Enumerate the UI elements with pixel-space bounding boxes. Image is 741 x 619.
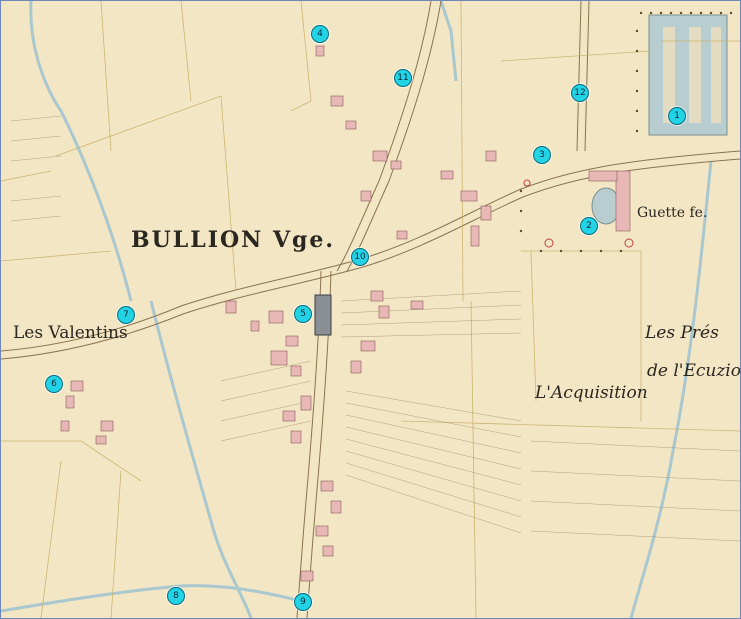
map-marker-12[interactable]: 12 (571, 84, 589, 102)
map-marker-9[interactable]: 9 (294, 593, 312, 611)
map-marker-1[interactable]: 1 (668, 107, 686, 125)
hamlet-label: Les Valentins (13, 323, 128, 343)
stream-south (149, 300, 253, 618)
field-label-ecuzio: de l'Ecuzio (647, 361, 741, 381)
farm-label: Guette fe. (637, 205, 708, 221)
field-label-acquisition: L'Acquisition (535, 383, 648, 403)
map-marker-11[interactable]: 11 (394, 69, 412, 87)
map-marker-10[interactable]: 10 (351, 248, 369, 266)
village-label: BULLION Vge. (131, 227, 336, 253)
stream-north (439, 1, 458, 82)
cadastral-map: BULLION Vge. Les Valentins Guette fe. Le… (0, 0, 741, 619)
map-drawing (1, 1, 740, 618)
map-marker-2[interactable]: 2 (580, 217, 598, 235)
stream-west (29, 1, 133, 302)
map-marker-5[interactable]: 5 (294, 305, 312, 323)
map-marker-3[interactable]: 3 (533, 146, 551, 164)
map-marker-8[interactable]: 8 (167, 587, 185, 605)
map-marker-7[interactable]: 7 (117, 306, 135, 324)
map-marker-6[interactable]: 6 (45, 375, 63, 393)
map-marker-4[interactable]: 4 (311, 25, 329, 43)
church (314, 294, 332, 336)
field-label-pres: Les Prés (645, 323, 719, 343)
river-south (1, 584, 302, 613)
